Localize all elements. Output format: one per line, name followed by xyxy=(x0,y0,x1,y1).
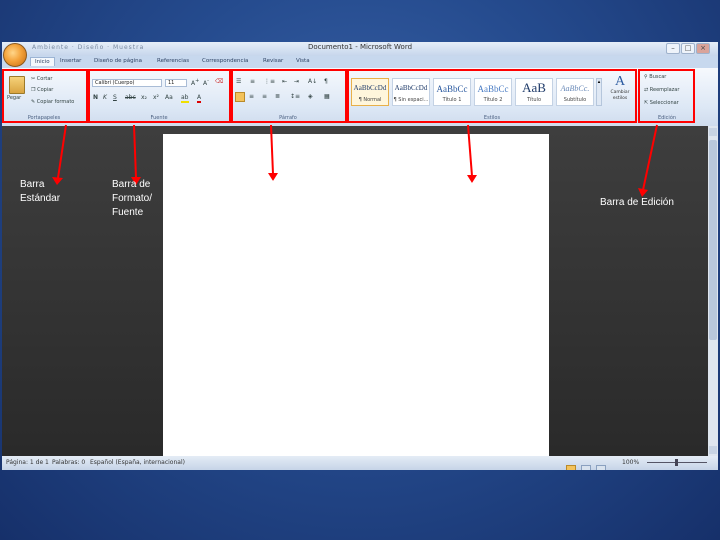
callout-arrows xyxy=(52,124,658,197)
arrow-font xyxy=(133,124,137,179)
office-button[interactable] xyxy=(3,43,27,67)
arrow-paragraph xyxy=(270,124,274,175)
label-paragraph-bar: Barra de Formato/Párrafo xyxy=(219,178,333,189)
arrow-styles xyxy=(467,124,473,177)
label-editing-bar: Barra de Edición xyxy=(600,197,674,208)
label-font-bar: Barra de Formato/ Fuente xyxy=(112,179,153,218)
arrow-standard xyxy=(57,124,67,179)
label-standard-bar: Barra Estándar xyxy=(20,179,61,204)
label-styles-bar: Barra de Estilos xyxy=(441,182,512,193)
arrow-editing xyxy=(642,124,658,191)
